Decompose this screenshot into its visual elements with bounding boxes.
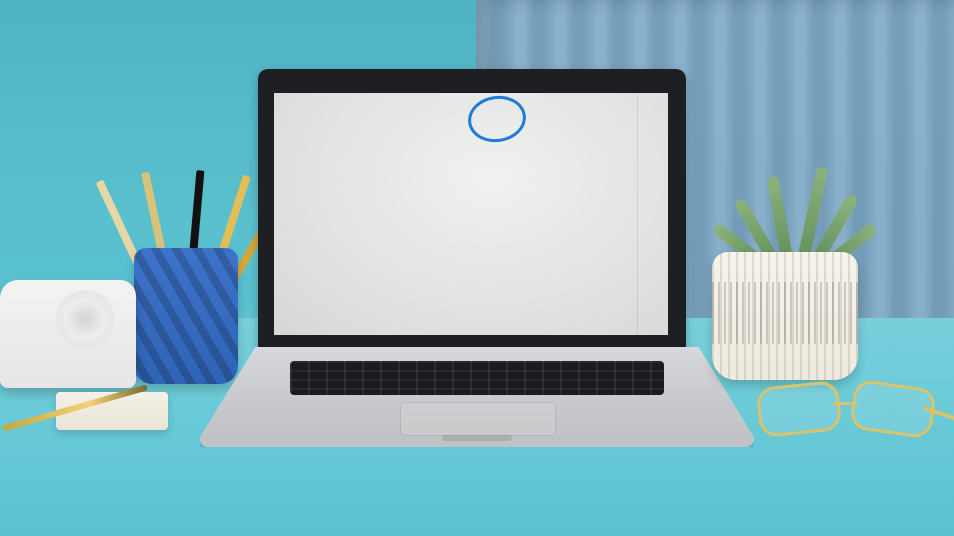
glasses-lens-left — [755, 379, 843, 439]
tape-roll — [56, 290, 114, 348]
circle-annotation — [465, 92, 529, 146]
tape-dispenser — [0, 280, 136, 388]
laptop-base — [200, 347, 754, 447]
laptop-lid — [258, 69, 686, 355]
laptop-trackpad — [400, 402, 556, 436]
planter — [712, 252, 858, 380]
plant — [711, 155, 879, 270]
desk-scene — [0, 0, 954, 536]
laptop-keyboard — [290, 361, 664, 395]
screen-edge — [637, 93, 638, 335]
laptop-front-notch — [442, 435, 512, 441]
planter-band — [712, 282, 858, 344]
laptop-screen — [274, 92, 668, 335]
glasses — [748, 372, 954, 444]
pencil-cup — [134, 248, 238, 384]
